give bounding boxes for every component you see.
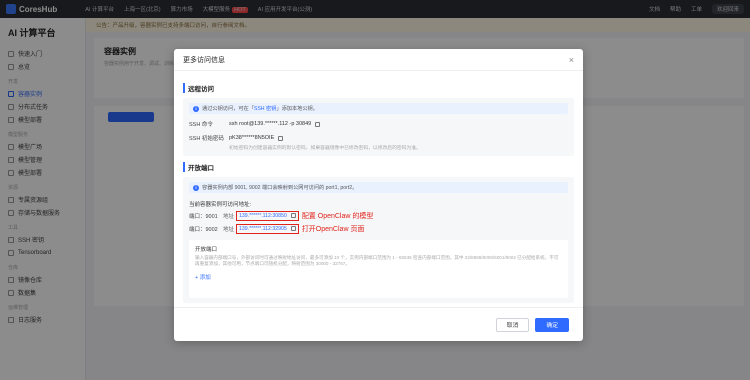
ssh-password-hint: 初始密码为创建容器实例的默认密码，如果容器镜像中已修改密码，以修改后的密码为准。 xyxy=(229,146,421,151)
remote-info-text: 通过公钥访问，可在「SSH 密钥」添加本地公钥。 xyxy=(202,105,318,112)
cancel-button[interactable]: 取消 xyxy=(495,317,530,332)
current-address-title: 当前容器实例可访问地址: xyxy=(189,202,252,208)
copy-icon[interactable] xyxy=(290,213,296,218)
port-address-link[interactable]: 139.******.112:30850 xyxy=(239,213,287,219)
port-label: 端口：9001 xyxy=(189,213,218,220)
port-label: 端口：9002 xyxy=(189,226,218,233)
annotation-text: 打开OpenClaw 页面 xyxy=(301,225,365,233)
info-icon: i xyxy=(193,184,199,191)
access-info-modal: 更多访问信息 × 远程访问 i 通过公钥访问，可在「SSH 密钥」添加本地公钥。… xyxy=(174,49,583,341)
add-port-button[interactable]: + 添加 xyxy=(195,273,562,281)
confirm-button[interactable]: 确定 xyxy=(535,317,569,332)
ssh-password-label: SSH 初始密码 xyxy=(189,136,224,142)
open-ports-card: i 容器实例内部 9001, 9002 端口会映射到公网可访问的 port1, … xyxy=(183,177,574,303)
modal-body: 远程访问 i 通过公钥访问，可在「SSH 密钥」添加本地公钥。 SSH 命令 s… xyxy=(174,71,583,307)
copy-icon[interactable] xyxy=(290,226,296,231)
ports-info-banner: i 容器实例内部 9001, 9002 端口会映射到公网可访问的 port1, … xyxy=(189,182,568,193)
modal-footer: 取消 确定 xyxy=(174,307,583,341)
address-label: 地址 xyxy=(223,226,235,233)
remote-info-banner: i 通过公钥访问，可在「SSH 密钥」添加本地公钥。 xyxy=(189,103,568,114)
modal-header: 更多访问信息 × xyxy=(174,49,583,71)
port-address: 139.******.112:32905 xyxy=(236,223,299,234)
remote-info-suffix: 」添加本地公钥。 xyxy=(276,106,318,112)
ports-info-text: 容器实例内部 9001, 9002 端口会映射到公网可访问的 port1, po… xyxy=(202,185,358,191)
ssh-password-row: SSH 初始密码 pK38******8N5OIE xyxy=(189,134,568,142)
open-port-box: 开放端口 输入容器内部端口号，外部访问时可通过映射地址访问，最多可添加 10 个… xyxy=(189,240,568,298)
open-port-description: 输入容器内部端口号，外部访问时可通过映射地址访问，最多可添加 10 个，实例内部… xyxy=(195,255,559,266)
port-row: 端口：9002 地址 139.******.112:32905 打开OpenCl… xyxy=(189,223,568,234)
open-port-title: 开放端口 xyxy=(195,247,218,253)
annotation-text: 配置 OpenClaw 的模型 xyxy=(301,212,374,220)
ssh-command-label: SSH 命令 xyxy=(189,122,213,128)
info-icon: i xyxy=(193,105,199,112)
remote-access-title: 远程访问 xyxy=(183,83,574,93)
close-icon[interactable]: × xyxy=(569,55,574,65)
open-ports-title: 开放端口 xyxy=(183,162,574,172)
copy-icon[interactable] xyxy=(315,121,321,127)
port-address: 139.******.112:30850 xyxy=(236,210,299,221)
remote-info-prefix: 通过公钥访问，可在「 xyxy=(202,106,254,112)
ssh-key-link[interactable]: SSH 密钥 xyxy=(254,106,276,112)
modal-title: 更多访问信息 xyxy=(183,56,225,64)
port-row: 端口：9001 地址 139.******.112:30850 配置 OpenC… xyxy=(189,210,568,221)
port-address-link[interactable]: 139.******.112:32905 xyxy=(239,226,287,232)
ssh-command-value: ssh root@139.******.112 -p 30849 xyxy=(229,121,312,127)
copy-icon[interactable] xyxy=(278,135,284,141)
address-label: 地址 xyxy=(223,213,235,220)
ssh-password-value: pK38******8N5OIE xyxy=(229,135,275,141)
remote-access-card: i 通过公钥访问，可在「SSH 密钥」添加本地公钥。 SSH 命令 ssh ro… xyxy=(183,98,574,156)
ssh-command-row: SSH 命令 ssh root@139.******.112 -p 30849 xyxy=(189,120,568,128)
